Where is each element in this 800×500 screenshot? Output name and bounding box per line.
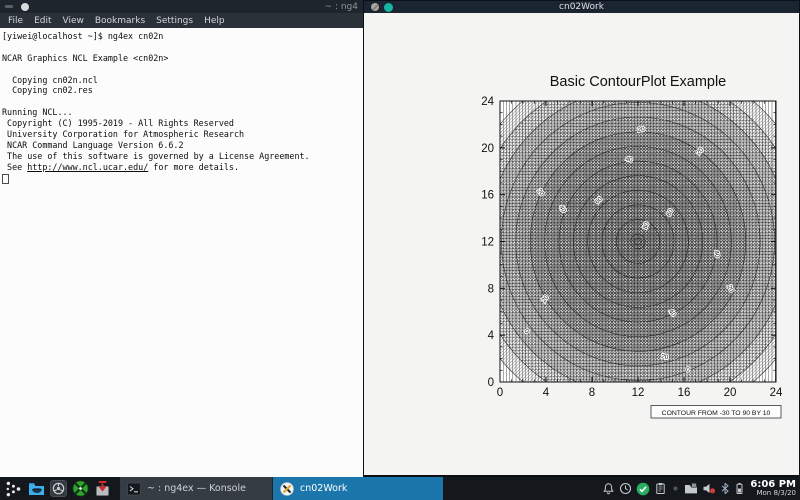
task-label: cn02Work	[300, 483, 347, 494]
terminal-line: Copyright (C) 1995-2019 - All Rights Res…	[2, 118, 360, 129]
window-button-icon[interactable]	[384, 3, 393, 12]
clock-tray-icon[interactable]	[619, 482, 632, 495]
y-tick-label: 20	[481, 143, 494, 155]
contour-info-label: CONTOUR FROM -30 TO 90 BY 10	[662, 410, 771, 417]
konsole-titlebar[interactable]: ~ : ng4	[0, 0, 363, 13]
device-notifier-icon[interactable]	[684, 482, 698, 495]
terminal-line	[2, 64, 360, 75]
task-label: ~ : ng4ex — Konsole	[147, 483, 246, 494]
menu-item-bookmarks[interactable]: Bookmarks	[95, 16, 145, 26]
terminal-url-link[interactable]: http://www.ncl.ucar.edu/	[27, 162, 148, 172]
app-launcher-icon[interactable]	[5, 480, 23, 498]
menu-item-help[interactable]: Help	[204, 16, 225, 26]
y-tick-label: 24	[481, 96, 494, 108]
contour-bands	[458, 59, 800, 425]
konsole-window: ~ : ng4 File Edit View Bookmarks Settings Hel…	[0, 0, 363, 477]
plot-title: Basic ContourPlot Example	[550, 74, 727, 90]
x-tick-label: 8	[589, 387, 595, 399]
x-tick-label: 4	[543, 387, 550, 399]
window-menu-button-icon[interactable]	[21, 3, 29, 11]
terminal-output[interactable]: [yiwei@localhost ~]$ ng4ex cn02n NCAR Gr…	[0, 28, 363, 186]
cn02work-window: cn02Work 0 4 8 12 16 20 24 0 4 8 12 16 20 24 Basic Con…	[363, 0, 800, 476]
package-installer-icon[interactable]	[94, 480, 111, 497]
x-tick-label: 0	[497, 387, 503, 399]
system-tray	[602, 482, 745, 496]
cn02work-titlebar[interactable]: cn02Work	[364, 1, 799, 13]
taskbar-task-cn02work[interactable]: cn02Work	[273, 477, 443, 500]
file-manager-icon[interactable]	[28, 480, 45, 497]
terminal-line: NCAR Command Language Version 6.6.2	[2, 140, 360, 151]
cn02work-window-title: cn02Work	[364, 2, 799, 12]
xorg-task-icon	[280, 482, 294, 496]
konsole-task-icon	[127, 482, 141, 496]
terminal-line: Copying cn02n.ncl	[2, 75, 360, 86]
terminal-line: University Corporation for Atmospheric R…	[2, 129, 360, 140]
terminal-cursor	[2, 174, 9, 184]
clipboard-icon[interactable]	[654, 482, 667, 495]
terminal-line	[2, 42, 360, 53]
x-tick-label: 12	[632, 387, 645, 399]
ball-app-icon[interactable]	[72, 480, 89, 497]
menu-item-edit[interactable]: Edit	[34, 16, 51, 26]
battery-device-icon[interactable]	[734, 482, 745, 495]
y-tick-label: 16	[481, 190, 494, 202]
terminal-line: The use of this software is governed by …	[2, 151, 360, 162]
y-tick-label: 4	[488, 330, 495, 342]
terminal-line: See http://www.ncl.ucar.edu/ for more de…	[2, 162, 360, 173]
menu-item-view[interactable]: View	[63, 16, 84, 26]
y-tick-label: 12	[481, 237, 494, 249]
volume-muted-icon[interactable]	[702, 482, 716, 495]
terminal-line: Copying cn02.res	[2, 85, 360, 96]
contour-plot: 0 4 8 12 16 20 24 0 4 8 12 16 20 24 Basic ContourPlot …	[364, 13, 800, 475]
pin-button-icon[interactable]	[5, 5, 13, 8]
menu-item-file[interactable]: File	[8, 16, 23, 26]
taskbar: ~ : ng4ex — Konsole cn02Work	[0, 477, 800, 500]
x-tick-label: 24	[770, 387, 783, 399]
bluetooth-icon[interactable]	[720, 482, 730, 495]
terminal-line	[2, 96, 360, 107]
dim-status-icon[interactable]	[671, 482, 680, 495]
terminal-line: NCAR Graphics NCL Example <cn02n>	[2, 53, 360, 64]
y-tick-label: 8	[488, 283, 494, 295]
notifications-bell-icon[interactable]	[602, 482, 615, 495]
wheel-app-icon[interactable]	[50, 480, 67, 497]
clock-date: Mon 8/3/20	[750, 490, 796, 498]
taskbar-clock[interactable]: 6:06 PM Mon 8/3/20	[750, 479, 796, 498]
konsole-window-title: ~ : ng4	[325, 2, 358, 12]
desktop: ~ : ng4 File Edit View Bookmarks Settings Hel…	[0, 0, 800, 500]
x-tick-label: 16	[678, 387, 691, 399]
menu-item-settings[interactable]: Settings	[156, 16, 193, 26]
terminal-line: Running NCL...	[2, 107, 360, 118]
taskbar-task-konsole[interactable]: ~ : ng4ex — Konsole	[120, 477, 273, 500]
konsole-menubar: File Edit View Bookmarks Settings Help	[0, 13, 363, 28]
close-button-icon[interactable]	[371, 3, 379, 11]
updates-ok-check-icon[interactable]	[636, 482, 650, 496]
terminal-line: [yiwei@localhost ~]$ ng4ex cn02n	[2, 31, 360, 42]
x-tick-label: 20	[724, 387, 737, 399]
y-tick-label: 0	[488, 377, 494, 389]
